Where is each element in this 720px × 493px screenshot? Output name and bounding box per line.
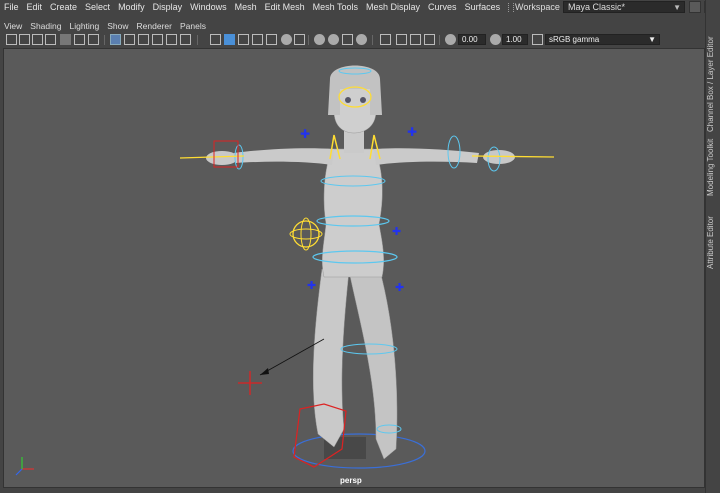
- exposure-icon[interactable]: [445, 34, 456, 45]
- wireframe-on-shaded-icon[interactable]: [252, 34, 263, 45]
- viewport-toolbar: 0.00 1.00 sRGB gamma ▼: [0, 33, 706, 47]
- xray-active-components-icon[interactable]: [424, 34, 435, 45]
- workspace-label: Workspace :: [515, 2, 565, 12]
- exposure-field[interactable]: 0.00: [458, 34, 486, 45]
- svg-text:✚: ✚: [395, 281, 404, 294]
- multisample-aa-icon[interactable]: [342, 34, 353, 45]
- panel-menu-panels[interactable]: Panels: [176, 21, 210, 31]
- use-all-lights-icon[interactable]: [281, 34, 292, 45]
- menu-display[interactable]: Display: [149, 2, 187, 12]
- svg-text:✚: ✚: [392, 225, 401, 238]
- menu-select[interactable]: Select: [81, 2, 114, 12]
- menu-edit[interactable]: Edit: [23, 2, 47, 12]
- chevron-down-icon: ▼: [673, 3, 681, 12]
- shadows-icon[interactable]: [294, 34, 305, 45]
- layout-icon[interactable]: [689, 1, 701, 13]
- image-plane-icon[interactable]: [45, 34, 56, 45]
- safe-action-icon[interactable]: [166, 34, 177, 45]
- viewport-scene: ✚ ✚ ✚ ✚ ✚: [15, 65, 555, 476]
- panel-menubar: View Shading Lighting Show Renderer Panels: [0, 20, 706, 32]
- panel-menu-view[interactable]: View: [0, 21, 26, 31]
- menu-file[interactable]: File: [0, 2, 23, 12]
- bookmark-icon[interactable]: [32, 34, 43, 45]
- tab-attribute-editor[interactable]: Attribute Editor: [706, 210, 720, 276]
- resolution-gate-icon[interactable]: [124, 34, 135, 45]
- gamma-field[interactable]: 1.00: [502, 34, 528, 45]
- panel-menu-renderer[interactable]: Renderer: [133, 21, 176, 31]
- depth-of-field-icon[interactable]: [356, 34, 367, 45]
- panel-menu-show[interactable]: Show: [103, 21, 132, 31]
- wireframe-icon[interactable]: [210, 34, 221, 45]
- gate-mask-icon[interactable]: [138, 34, 149, 45]
- default-material-icon[interactable]: [238, 34, 249, 45]
- workspace-value: Maya Classic*: [568, 2, 626, 12]
- right-side-tabs: Channel Box / Layer Editor Modeling Tool…: [705, 0, 720, 493]
- ik-control[interactable]: [292, 220, 320, 248]
- grease-pencil-icon[interactable]: [74, 34, 85, 45]
- lock-camera-icon[interactable]: [60, 34, 71, 45]
- perspective-viewport[interactable]: ✚ ✚ ✚ ✚ ✚ persp: [3, 48, 705, 488]
- menu-surfaces[interactable]: Surfaces: [461, 2, 505, 12]
- menu-create[interactable]: Create: [46, 2, 81, 12]
- tab-modeling-toolkit[interactable]: Modeling Toolkit: [706, 132, 720, 202]
- gamma-icon[interactable]: [490, 34, 501, 45]
- menu-modify[interactable]: Modify: [114, 2, 149, 12]
- xray-icon[interactable]: [396, 34, 407, 45]
- grid-icon[interactable]: [88, 34, 99, 45]
- isolate-select-icon[interactable]: [380, 34, 391, 45]
- colorspace-select[interactable]: sRGB gamma ▼: [545, 34, 660, 45]
- menu-mesh-tools[interactable]: Mesh Tools: [309, 2, 362, 12]
- workspace-select[interactable]: Maya Classic* ▼: [563, 1, 685, 13]
- camera-attributes-icon[interactable]: [19, 34, 30, 45]
- menu-mesh[interactable]: Mesh: [231, 2, 261, 12]
- chevron-down-icon: ▼: [648, 35, 656, 44]
- menu-curves[interactable]: Curves: [424, 2, 461, 12]
- textured-icon[interactable]: [266, 34, 277, 45]
- menu-mesh-display[interactable]: Mesh Display: [362, 2, 424, 12]
- panel-menu-shading[interactable]: Shading: [26, 21, 65, 31]
- select-camera-icon[interactable]: [6, 34, 17, 45]
- tab-channel-box[interactable]: Channel Box / Layer Editor: [706, 20, 720, 148]
- svg-text:✚: ✚: [307, 279, 316, 292]
- smooth-shade-icon[interactable]: [224, 34, 235, 45]
- xray-joints-icon[interactable]: [410, 34, 421, 45]
- view-transform-icon[interactable]: [532, 34, 543, 45]
- menu-edit-mesh[interactable]: Edit Mesh: [261, 2, 309, 12]
- screen-space-ao-icon[interactable]: [314, 34, 325, 45]
- safe-title-icon[interactable]: [180, 34, 191, 45]
- colorspace-value: sRGB gamma: [549, 35, 600, 44]
- film-gate-icon[interactable]: [110, 34, 121, 45]
- camera-name-label: persp: [340, 476, 362, 485]
- workspace-grip-icon[interactable]: [508, 3, 514, 12]
- panel-menu-lighting[interactable]: Lighting: [65, 21, 103, 31]
- menu-windows[interactable]: Windows: [186, 2, 231, 12]
- svg-text:✚: ✚: [300, 127, 310, 141]
- motion-blur-icon[interactable]: [328, 34, 339, 45]
- field-chart-icon[interactable]: [152, 34, 163, 45]
- svg-text:✚: ✚: [407, 125, 417, 139]
